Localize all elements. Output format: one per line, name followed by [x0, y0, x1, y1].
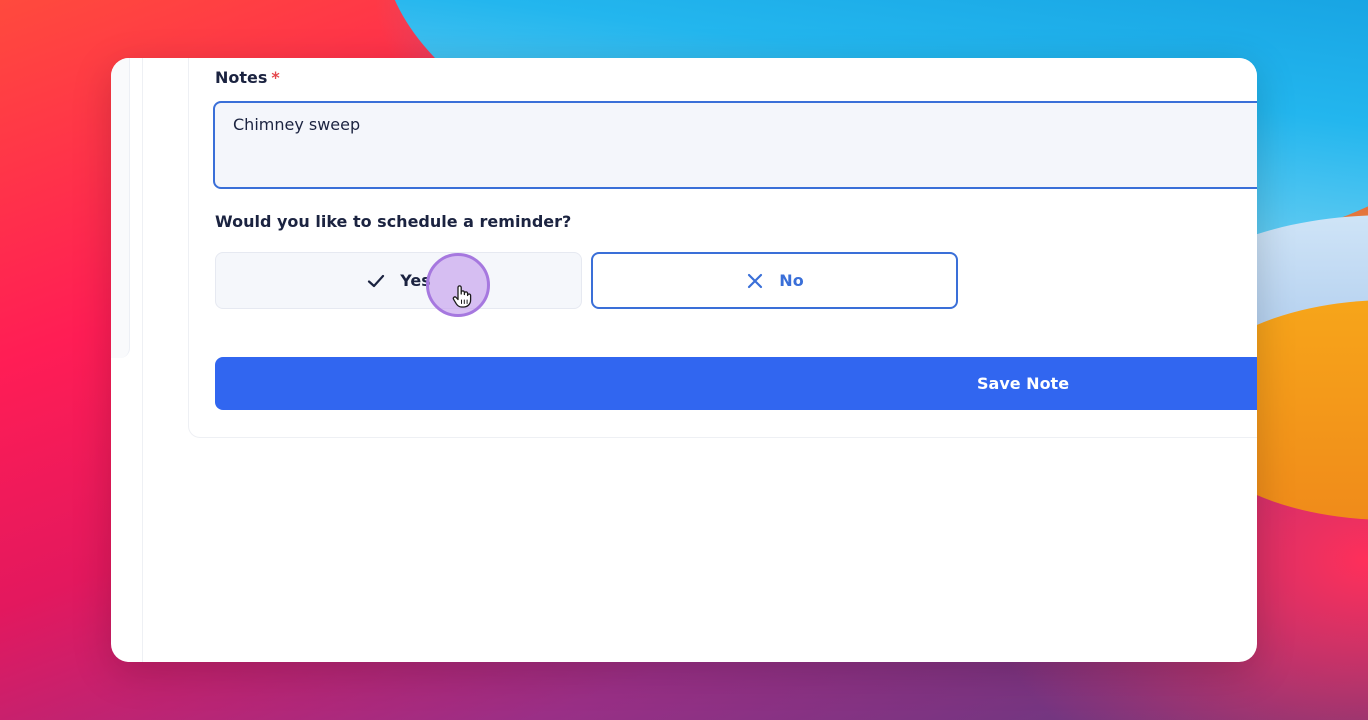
- app-window: Notes * Chimney sweep Would you like to s…: [111, 58, 1257, 662]
- notes-label-text: Notes: [215, 68, 268, 87]
- notes-label: Notes *: [215, 68, 280, 87]
- desktop-background: Notes * Chimney sweep Would you like to s…: [0, 0, 1368, 720]
- divider: [142, 58, 143, 662]
- close-icon: [748, 273, 763, 288]
- reminder-yes-button[interactable]: Yes: [215, 252, 582, 309]
- reminder-question: Would you like to schedule a reminder?: [215, 212, 572, 231]
- reminder-no-button[interactable]: No: [591, 252, 958, 309]
- save-note-button[interactable]: Save Note: [215, 357, 1257, 410]
- sidebar-edge: [111, 58, 130, 358]
- hand-pointer-icon: [452, 285, 472, 308]
- check-icon: [368, 274, 385, 287]
- no-label: No: [779, 271, 804, 290]
- required-asterisk: *: [271, 68, 280, 87]
- notes-textarea[interactable]: Chimney sweep: [213, 101, 1257, 189]
